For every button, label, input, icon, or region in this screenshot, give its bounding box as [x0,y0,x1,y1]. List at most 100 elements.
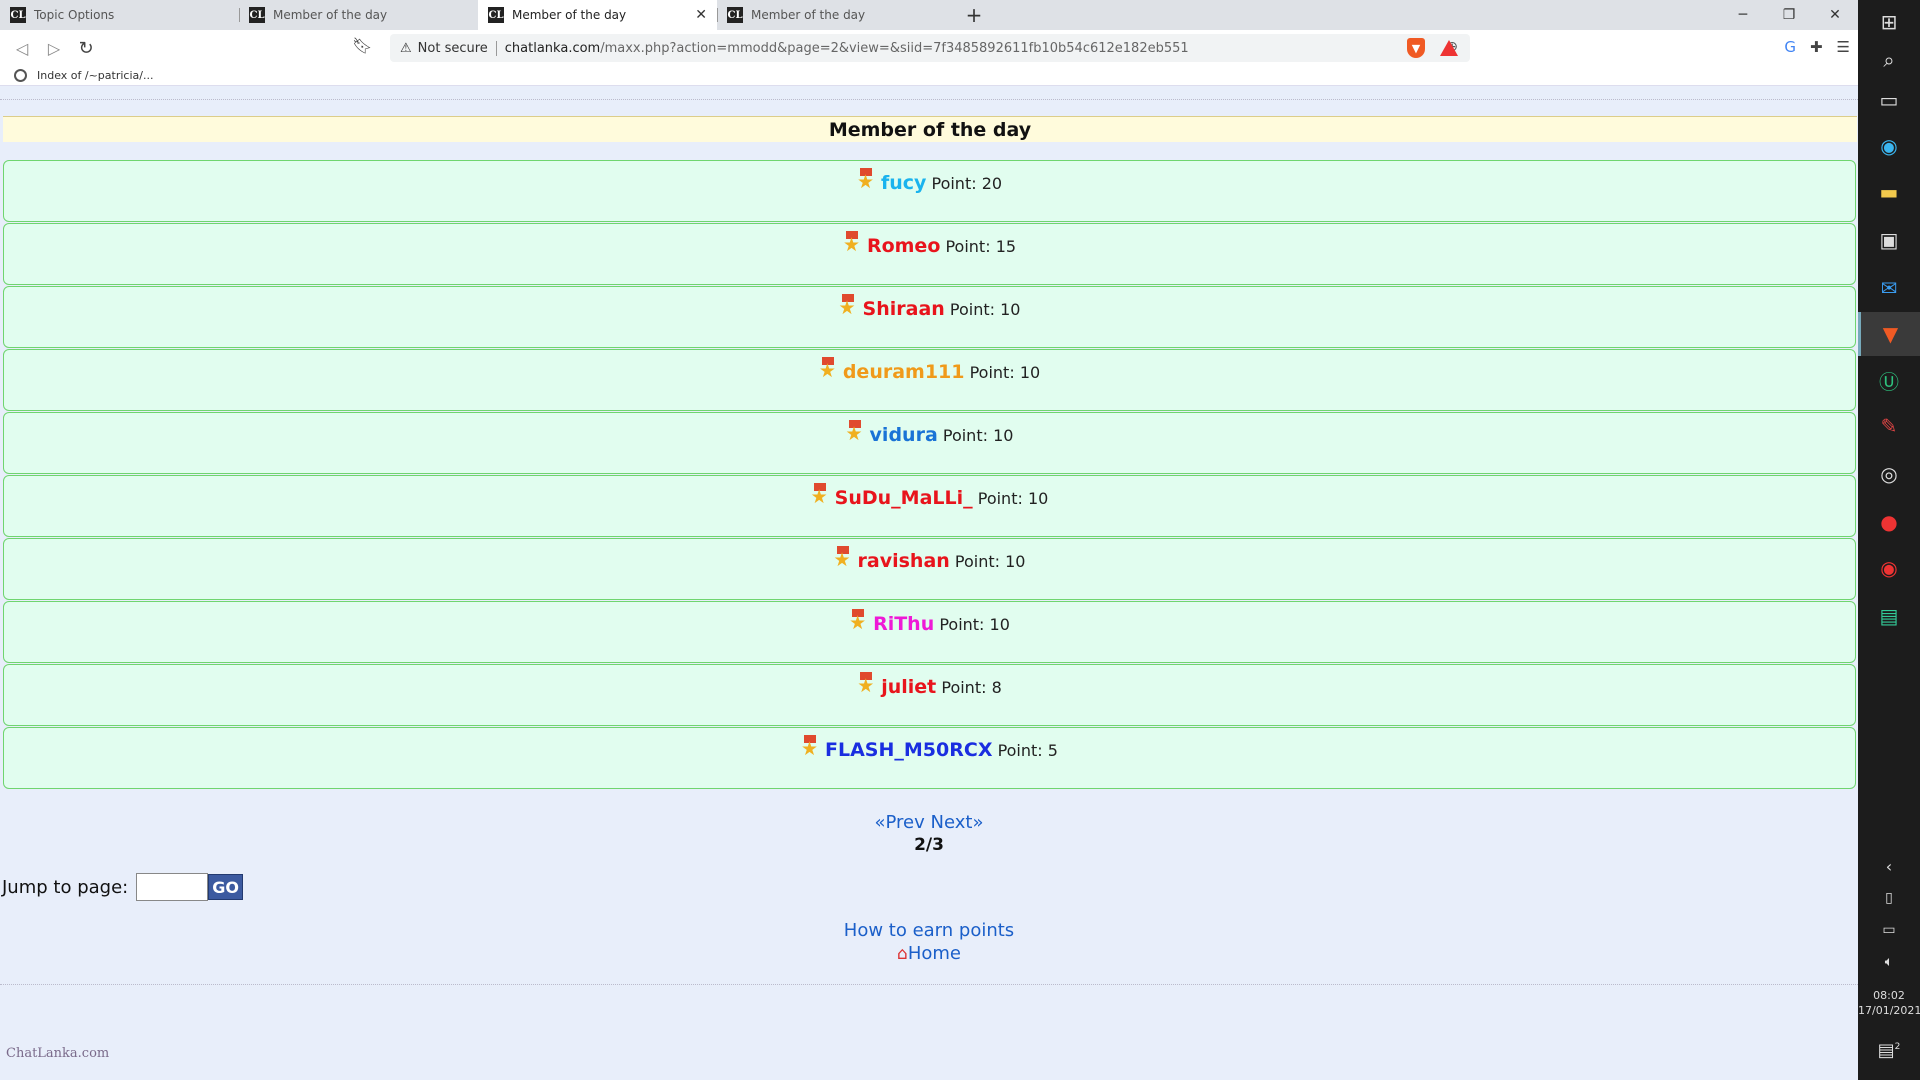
site-logo: ChatLanka.com [6,1046,109,1074]
member-row: ★ deuram111 Point: 10 [3,349,1856,411]
brave-taskbar-icon[interactable]: ▼ [1858,312,1920,356]
earn-points-link[interactable]: How to earn points [844,920,1014,941]
tab-title: Member of the day [512,8,627,22]
tab-member-of-day-3[interactable]: CL Member of the day [717,0,956,30]
member-row: ★ vidura Point: 10 [3,412,1856,474]
point-label: Point: [941,678,987,697]
search-icon[interactable]: ⌕ [1858,38,1920,82]
address-bar[interactable]: ⚠ Not secure chatlanka.com /maxx.php?act… [390,34,1470,62]
medal-icon: ★ [846,420,864,444]
obs-icon[interactable]: ◎ [1858,452,1920,496]
point-label: Point: [939,615,985,634]
mail-icon[interactable]: ✉ [1858,266,1920,310]
jump-to-page: Jump to page: GO [2,873,243,901]
member-name-link[interactable]: fucy [881,172,926,194]
member-row: ★ RiThu Point: 10 [3,601,1856,663]
task-view-icon[interactable]: ▭ [1858,78,1920,122]
notification-icon[interactable]: ▤2 [1858,1040,1920,1061]
minimize-icon[interactable]: ─ [1720,0,1766,30]
site-favicon-icon: CL [249,7,265,23]
volume-icon[interactable]: 🔈︎ [1858,940,1920,984]
new-tab-plus-icon[interactable]: + [956,0,992,30]
tab-title: Topic Options [34,8,115,22]
file-explorer-icon[interactable]: ▬ [1858,170,1920,214]
tab-title: Member of the day [751,8,866,22]
member-name-link[interactable]: ravishan [858,550,950,572]
chat-app-icon[interactable]: ▤ [1858,594,1920,638]
member-name-link[interactable]: SuDu_MaLLi_ [835,487,973,509]
footer-links: How to earn points ⌂Home [0,920,1858,964]
member-name-link[interactable]: FLASH_M50RCX [825,739,992,761]
windows-taskbar: ⊞ ⌕ ▭ ◉ ▬ ▣ ✉ ▼ Ⓤ ✎ ◎ ● ◉ ▤ ‹ ▯ ▭ 🔈︎ 08:… [1858,0,1920,1080]
member-name-link[interactable]: deuram111 [843,361,965,383]
member-row: ★ Shiraan Point: 10 [3,286,1856,348]
page-title: Member of the day [3,116,1857,142]
point-value: 10 [993,426,1014,445]
point-label: Point: [931,174,977,193]
member-list: ★ fucy Point: 20 ★ Romeo Point: 15 ★ Shiraan … [3,160,1856,790]
paint-icon[interactable]: ✎ [1858,404,1920,448]
record-app-icon[interactable]: ◉ [1858,546,1920,590]
tab-close-icon[interactable]: ✕ [695,7,707,23]
medal-icon: ★ [839,294,857,318]
point-value: 8 [991,678,1002,697]
prev-link[interactable]: «Prev [875,812,925,833]
translate-icon[interactable]: G [1784,38,1796,56]
medal-icon: ★ [801,735,819,759]
point-value: 5 [1047,741,1058,760]
point-label: Point: [942,426,988,445]
medal-icon: ★ [811,483,829,507]
member-name-link[interactable]: Shiraan [863,298,945,320]
member-row: ★ ravishan Point: 10 [3,538,1856,600]
reload-icon[interactable]: ↻ [70,32,102,64]
point-value: 10 [1027,489,1049,508]
page-content: Member of the day ★ fucy Point: 20 ★ Romeo … [0,98,1858,1080]
globe-icon [14,69,27,82]
tab-topic-options[interactable]: CL Topic Options [0,0,239,30]
back-arrow-icon[interactable]: ◁ [6,32,38,64]
member-row: ★ fucy Point: 20 [3,160,1856,222]
jump-page-input[interactable] [136,873,209,901]
point-label: Point: [954,552,1001,571]
security-status[interactable]: Not secure [418,40,497,56]
point-label: Point: [969,363,1015,382]
window-controls: ─ ❐ ✕ [1720,0,1858,30]
member-row: ★ FLASH_M50RCX Point: 5 [3,727,1856,789]
point-value: 10 [1000,300,1021,319]
puzzle-extensions-icon[interactable]: ✚ [1810,38,1823,56]
bookmark-icon[interactable]: 🔖︎ [352,36,372,55]
tab-member-of-day-1[interactable]: CL Member of the day [239,0,478,30]
member-name-link[interactable]: vidura [870,424,938,446]
home-link[interactable]: Home [908,943,961,964]
tab-strip: CL Topic Options CL Member of the day CL… [0,0,1858,30]
store-icon[interactable]: ▣ [1858,218,1920,262]
page-count: 2/3 [914,835,944,855]
point-value: 10 [1019,363,1041,382]
red-app-icon[interactable]: ● [1858,500,1920,544]
upwork-icon[interactable]: Ⓤ [1858,358,1920,402]
brave-rewards-icon[interactable] [1440,40,1458,56]
tab-member-of-day-active[interactable]: CL Member of the day ✕ [478,0,717,30]
next-link[interactable]: Next» [931,812,984,833]
point-value: 10 [1005,552,1026,571]
member-name-link[interactable]: RiThu [873,613,934,635]
go-button[interactable]: GO [208,874,243,900]
divider [0,984,1858,985]
brave-shield-icon[interactable]: ▼ [1407,38,1425,58]
member-name-link[interactable]: juliet [881,676,936,698]
forward-arrow-icon[interactable]: ▷ [38,32,70,64]
browser-toolbar: ◁ ▷ ↻ 🔖︎ ⚠ Not secure chatlanka.com /max… [0,30,1858,66]
site-favicon-icon: CL [488,7,504,23]
menu-hamburger-icon[interactable]: ☰ [1837,38,1850,56]
member-name-link[interactable]: Romeo [867,235,940,257]
bookmark-item[interactable]: Index of /~patricia/... [37,69,153,82]
clock[interactable]: 08:02 17/01/2021 [1858,988,1920,1018]
warning-triangle-icon: ⚠ [400,40,412,56]
edge-browser-icon[interactable]: ◉ [1858,124,1920,168]
clock-time: 08:02 [1873,989,1905,1002]
medal-icon: ★ [843,231,861,255]
close-window-icon[interactable]: ✕ [1812,0,1858,30]
pager: «Prev Next» 2/3 [0,812,1858,855]
restore-icon[interactable]: ❐ [1766,0,1812,30]
notification-count: 2 [1894,1042,1901,1052]
